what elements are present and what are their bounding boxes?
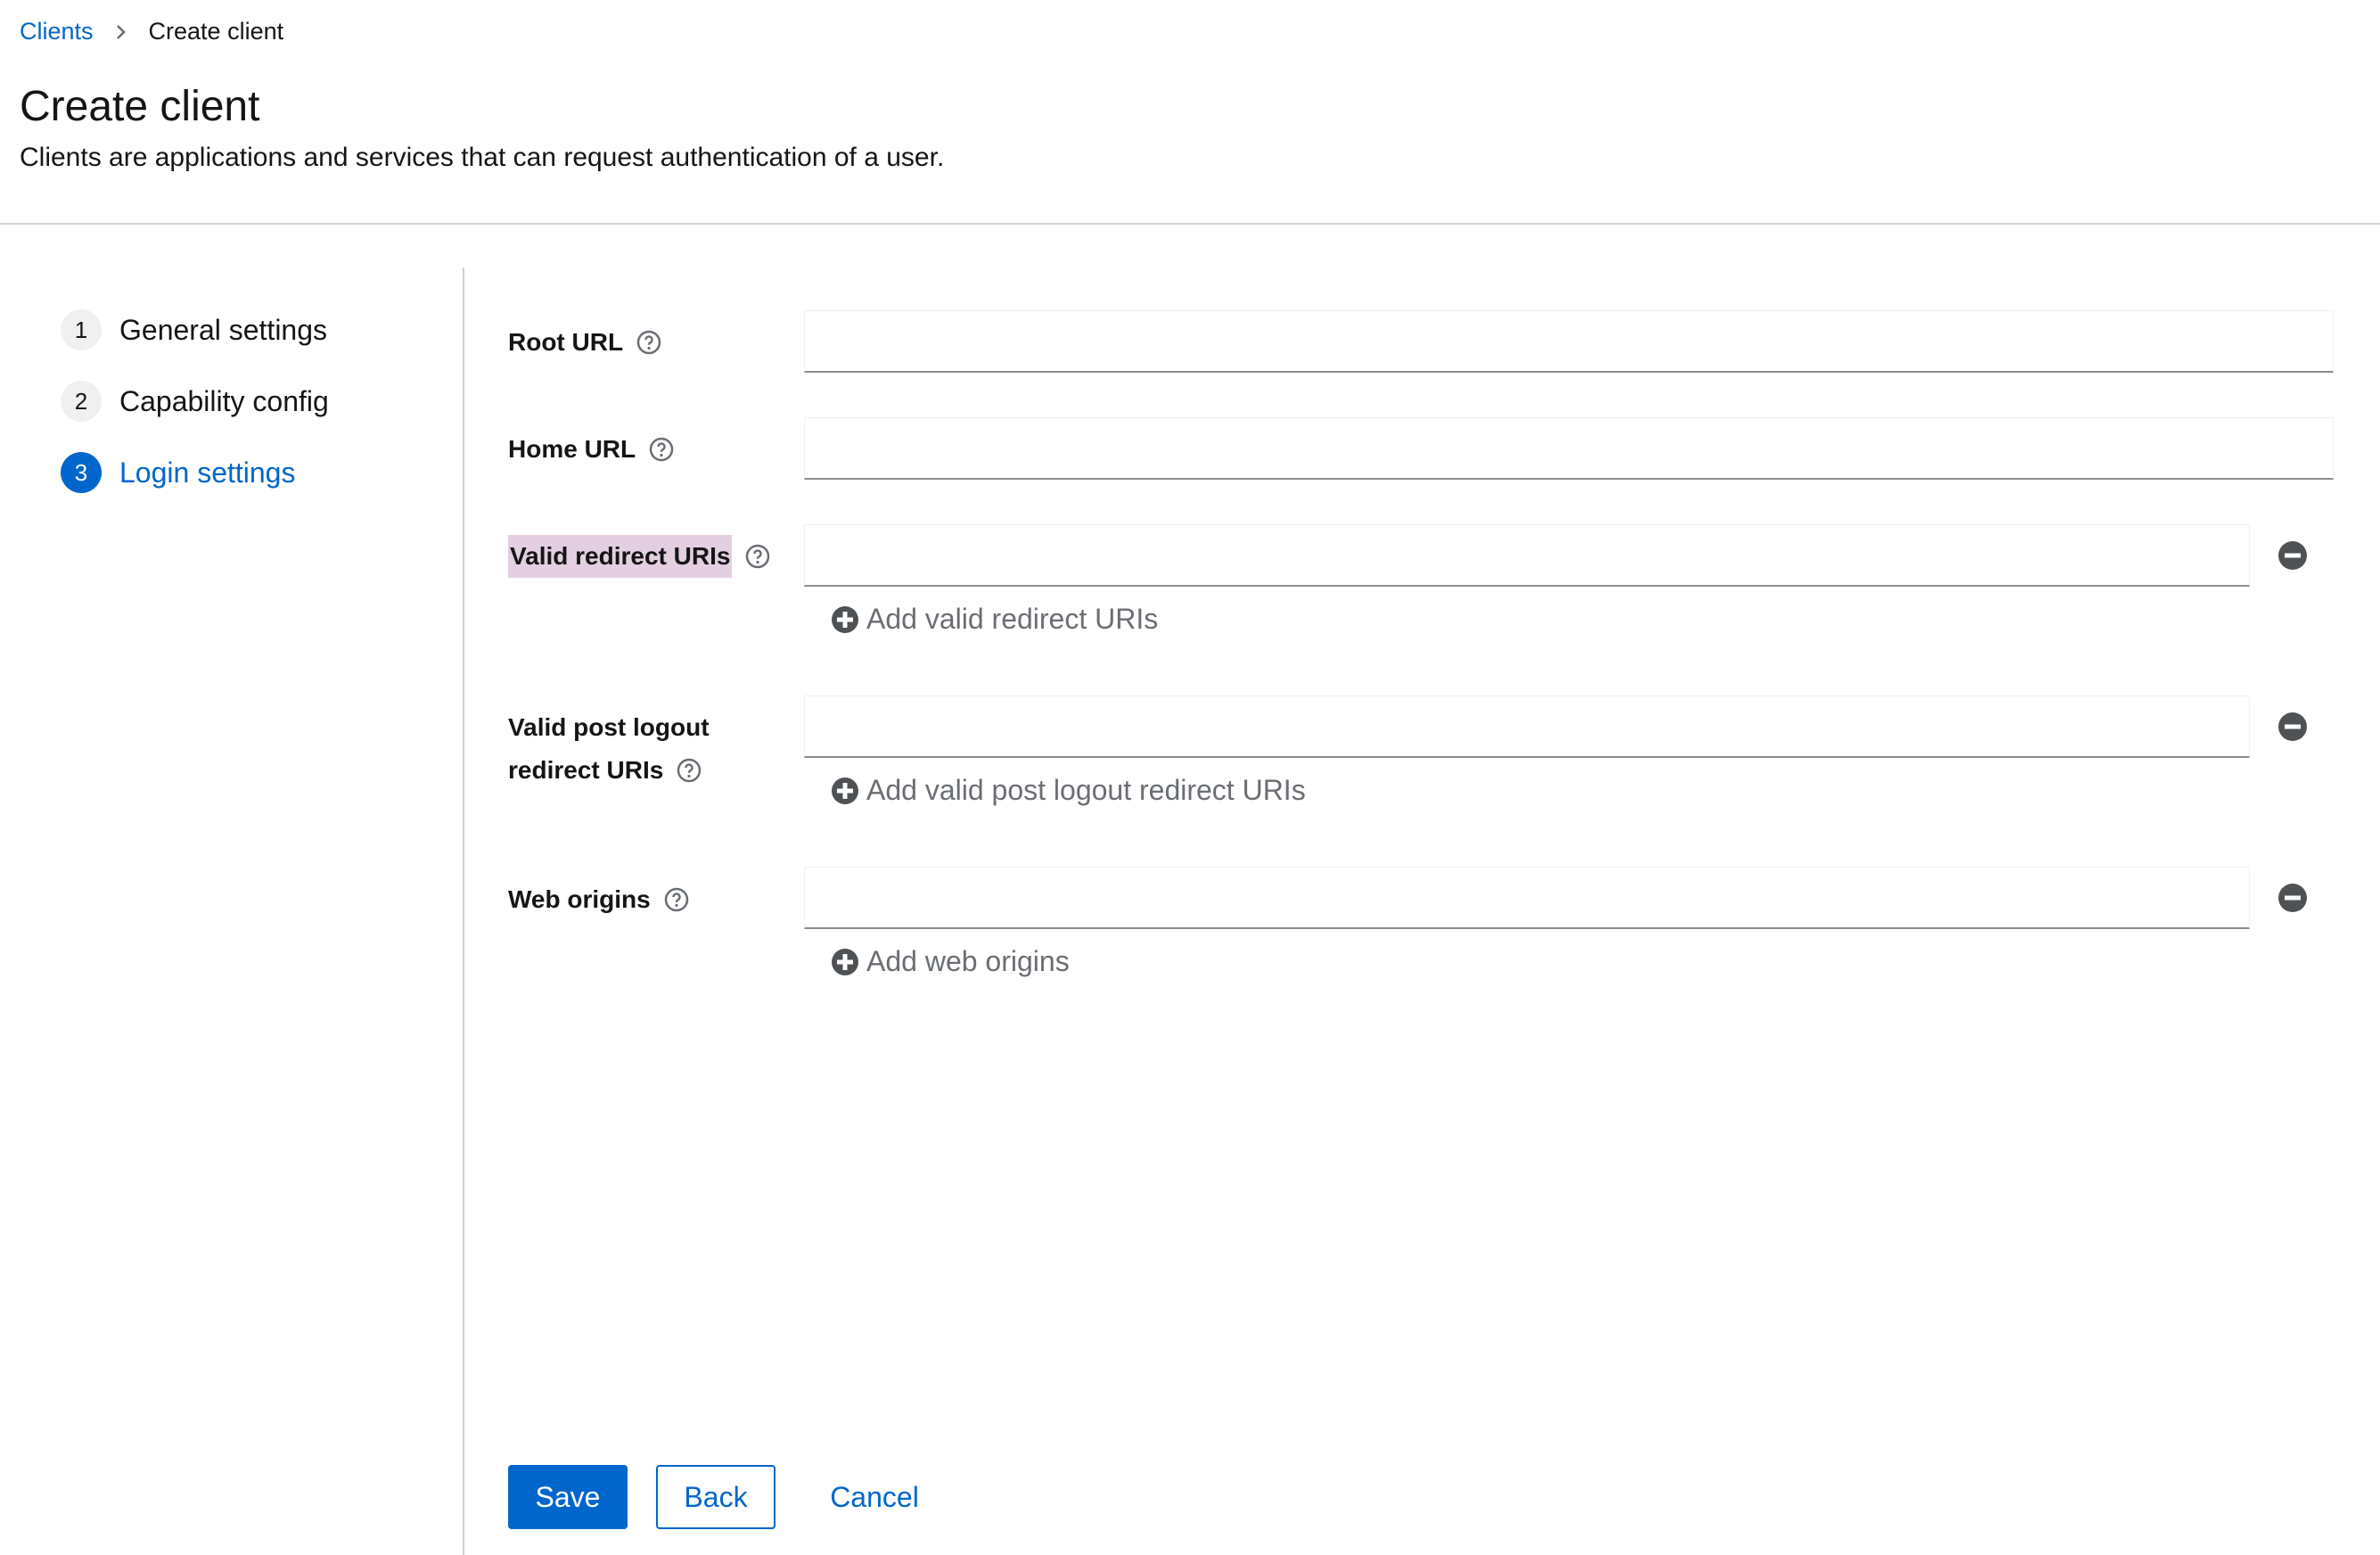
wizard-step-capability-config[interactable]: 2 Capability config xyxy=(61,378,329,424)
valid-redirect-uris-label-text: Valid redirect URIs xyxy=(508,535,733,578)
step-label: Login settings xyxy=(119,456,296,489)
cancel-button[interactable]: Cancel xyxy=(815,1465,934,1529)
breadcrumb-clients-link[interactable]: Clients xyxy=(20,18,94,45)
wizard-nav: 1 General settings 2 Capability config 3… xyxy=(61,307,329,521)
breadcrumb-current: Create client xyxy=(148,18,284,45)
add-redirect-uri-label: Add valid redirect URIs xyxy=(866,603,1159,635)
step-number: 3 xyxy=(61,452,102,493)
add-web-origin-button[interactable]: Add web origins xyxy=(831,945,1070,978)
valid-redirect-uris-input[interactable] xyxy=(804,524,2250,587)
root-url-label-text: Root URL xyxy=(508,328,624,356)
help-icon[interactable] xyxy=(636,329,662,356)
nav-divider xyxy=(463,267,464,1555)
post-logout-label-line2: redirect URIs xyxy=(508,756,664,784)
minus-circle-icon xyxy=(2278,541,2307,570)
remove-post-logout-uri-button[interactable] xyxy=(2277,711,2309,743)
header-divider xyxy=(0,223,2380,225)
valid-post-logout-redirect-uris-input[interactable] xyxy=(804,695,2250,758)
home-url-input[interactable] xyxy=(804,417,2334,480)
page-title: Create client xyxy=(20,83,260,130)
plus-circle-icon xyxy=(832,605,858,633)
wizard-step-general-settings[interactable]: 1 General settings xyxy=(61,307,329,353)
post-logout-label-line1: Valid post logout xyxy=(508,713,710,741)
chevron-right-icon xyxy=(115,23,127,41)
web-origins-input[interactable] xyxy=(804,867,2250,929)
wizard-step-login-settings[interactable]: 3 Login settings xyxy=(61,449,329,496)
web-origins-label-text: Web origins xyxy=(508,885,651,913)
minus-circle-icon xyxy=(2278,884,2307,912)
help-icon[interactable] xyxy=(663,886,690,913)
web-origins-label: Web origins xyxy=(508,878,690,921)
plus-circle-icon xyxy=(832,777,858,804)
step-label: Capability config xyxy=(119,384,329,417)
root-url-label: Root URL xyxy=(508,321,662,364)
home-url-label: Home URL xyxy=(508,428,675,471)
home-url-label-text: Home URL xyxy=(508,435,636,463)
help-icon[interactable] xyxy=(648,436,675,463)
root-url-input[interactable] xyxy=(804,310,2334,373)
valid-redirect-uris-label: Valid redirect URIs xyxy=(508,535,771,578)
plus-circle-icon xyxy=(832,948,858,975)
help-icon[interactable] xyxy=(676,757,702,784)
add-post-logout-uri-label: Add valid post logout redirect URIs xyxy=(866,774,1306,806)
add-post-logout-uri-button[interactable]: Add valid post logout redirect URIs xyxy=(831,774,1306,807)
breadcrumb: Clients Create client xyxy=(20,18,283,45)
page-description: Clients are applications and services th… xyxy=(20,143,945,172)
remove-web-origin-button[interactable] xyxy=(2277,882,2309,914)
step-label: General settings xyxy=(119,313,328,346)
help-icon[interactable] xyxy=(744,543,771,570)
add-redirect-uri-button[interactable]: Add valid redirect URIs xyxy=(831,603,1158,636)
remove-redirect-uri-button[interactable] xyxy=(2277,539,2309,572)
valid-post-logout-redirect-uris-label: Valid post logout redirect URIs xyxy=(508,706,710,792)
add-web-origin-label: Add web origins xyxy=(866,945,1070,977)
back-button[interactable]: Back xyxy=(656,1465,776,1529)
save-button[interactable]: Save xyxy=(508,1465,628,1529)
minus-circle-icon xyxy=(2278,712,2307,741)
step-number: 1 xyxy=(61,309,102,350)
step-number: 2 xyxy=(61,381,102,422)
